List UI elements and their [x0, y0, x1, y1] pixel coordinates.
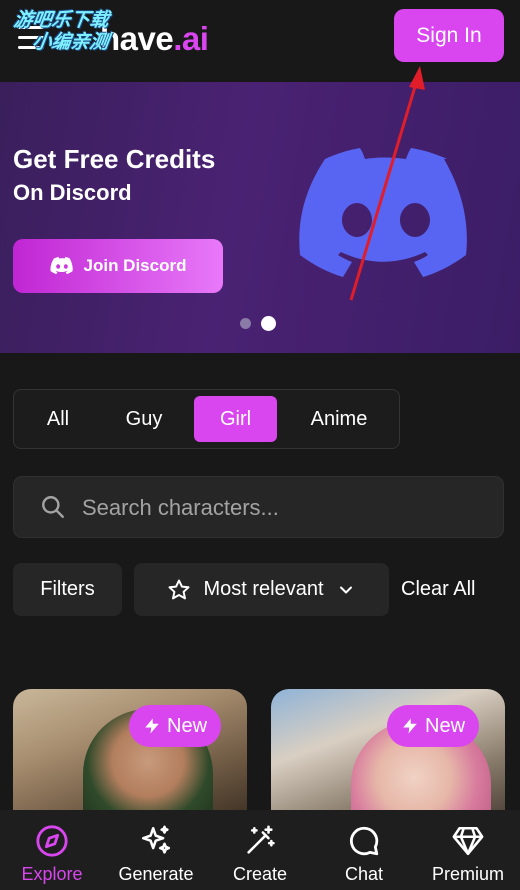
compass-icon [36, 825, 68, 857]
join-discord-label: Join Discord [83, 256, 187, 275]
watermark-line-2: 小编亲测 [31, 32, 111, 53]
new-badge-label: New [425, 714, 466, 737]
new-badge-label: New [167, 714, 208, 737]
app-logo[interactable]: have.ai [100, 20, 209, 58]
tab-all[interactable]: All [30, 396, 86, 442]
character-card[interactable]: New [271, 689, 505, 819]
character-card[interactable]: New [13, 689, 247, 819]
carousel-dot-2[interactable] [261, 316, 276, 331]
logo-text: have [100, 20, 174, 57]
nav-explore-label: Explore [21, 864, 83, 884]
new-badge: New [129, 705, 222, 747]
nav-create[interactable]: Create [208, 810, 312, 890]
filters-button[interactable]: Filters [13, 563, 122, 616]
carousel-dots [240, 316, 276, 331]
search-bar [13, 476, 504, 539]
chevron-down-icon [339, 586, 352, 593]
nav-generate-label: Generate [118, 864, 194, 884]
discord-promo-banner: Get Free Credits On Discord Join Discord [0, 82, 520, 353]
new-badge: New [387, 705, 480, 747]
nav-chat[interactable]: Chat [312, 810, 416, 890]
discord-icon [50, 257, 73, 275]
lightning-icon [145, 718, 159, 734]
sign-in-button[interactable]: Sign In [394, 9, 504, 62]
category-tabs: All Guy Girl Anime [13, 389, 400, 449]
logo-accent: .ai [173, 20, 209, 57]
tab-girl[interactable]: Girl [194, 396, 277, 442]
clear-all-button[interactable]: Clear All [401, 563, 475, 616]
nav-explore[interactable]: Explore [0, 810, 104, 890]
sort-label: Most relevant [203, 578, 324, 600]
tab-anime[interactable]: Anime [294, 396, 384, 442]
watermark-overlay: 游吧乐下载 小编亲测 [9, 10, 113, 54]
nav-premium-label: Premium [431, 864, 504, 884]
lightning-icon [403, 718, 417, 734]
nav-create-label: Create [232, 864, 288, 884]
discord-logo-icon [299, 148, 467, 277]
chat-bubble-icon [349, 826, 379, 856]
magic-wand-icon [247, 825, 275, 854]
diamond-icon [452, 826, 484, 856]
banner-title: Get Free Credits [13, 144, 216, 174]
join-discord-button[interactable]: Join Discord [13, 239, 223, 293]
nav-chat-label: Chat [344, 864, 384, 884]
bottom-navigation: Explore Generate Create Chat Premium [0, 810, 520, 890]
banner-subtitle: On Discord [13, 180, 132, 205]
nav-premium[interactable]: Premium [416, 810, 520, 890]
watermark-line-1: 游吧乐下载 [12, 10, 111, 31]
search-icon [42, 496, 64, 518]
top-bar: have.ai 游吧乐下载 小编亲测 Sign In [0, 0, 520, 82]
sparkles-icon [141, 825, 171, 854]
sort-dropdown[interactable]: Most relevant [134, 563, 389, 616]
tab-guy[interactable]: Guy [110, 396, 178, 442]
search-input[interactable] [80, 477, 494, 539]
star-icon [168, 579, 190, 599]
nav-generate[interactable]: Generate [104, 810, 208, 890]
carousel-dot-1[interactable] [240, 318, 251, 329]
